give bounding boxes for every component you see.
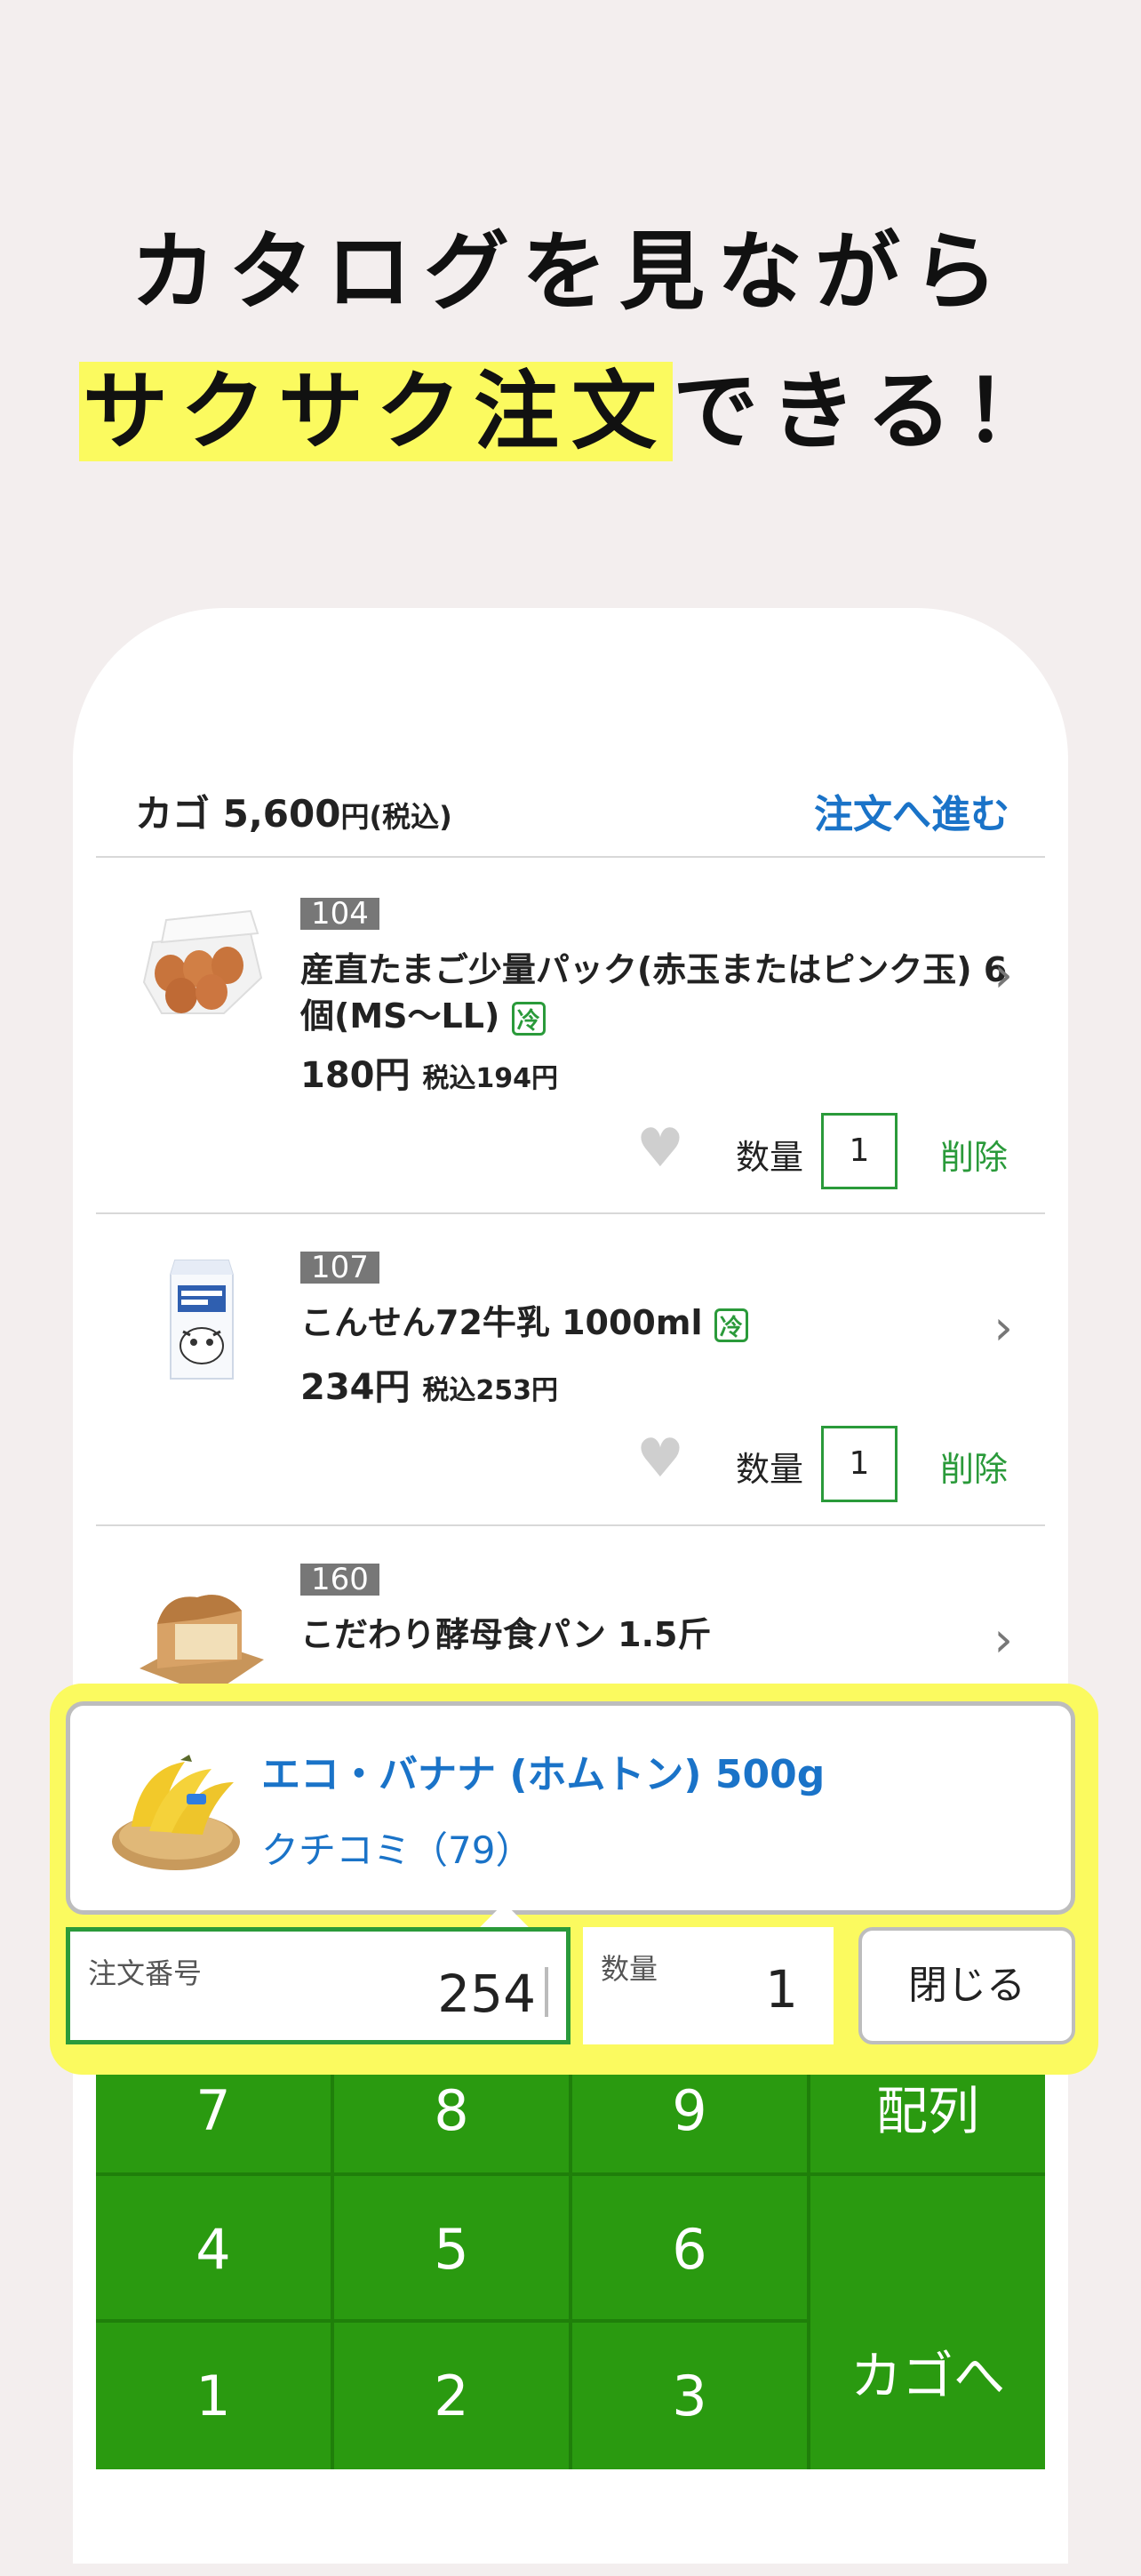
item-name[interactable]: 産直たまご少量パック(赤玉またはピンク玉) 6個(MS〜LL) 冷	[300, 947, 1038, 1039]
item-tax-price: 税込253円	[422, 1375, 559, 1406]
item-code: 160	[300, 1564, 379, 1596]
item-price-value: 180円	[300, 1055, 411, 1096]
eggs-product-image	[142, 909, 263, 1014]
key-1[interactable]: 1	[96, 2323, 334, 2469]
reviews-link[interactable]: クチコミ（79）	[261, 1820, 532, 1875]
item-name[interactable]: こだわり酵母食パン 1.5斤	[300, 1612, 1038, 1658]
headline-line-1: カタログを見ながら	[131, 222, 1010, 322]
item-price: 180円 税込194円	[300, 1046, 558, 1098]
quantity-label: 数量	[736, 1450, 804, 1489]
cart-total-unit: 円(税込)	[340, 800, 452, 834]
cart-total: カゴ 5,600円(税込)	[135, 784, 452, 838]
refrigerated-badge-icon: 冷	[511, 1001, 546, 1036]
cart-summary-bar: カゴ 5,600円(税込) 注文へ進む	[135, 775, 1009, 837]
delete-button[interactable]: 削除	[940, 1442, 1008, 1491]
close-button-label: 閉じる	[908, 1963, 1025, 2008]
headline-highlight: サクサク注文	[78, 362, 673, 461]
array-button[interactable]: 配列	[810, 2067, 1045, 2176]
delete-button[interactable]: 削除	[940, 1130, 1008, 1179]
quantity-input[interactable]: 1	[821, 1113, 898, 1189]
banana-product-image	[112, 1755, 240, 1870]
popup-quantity-label: 数量	[601, 1952, 658, 1986]
item-code: 104	[300, 898, 379, 930]
item-tax-price: 税込194円	[422, 1063, 559, 1094]
milk-product-image	[170, 1260, 234, 1380]
proceed-to-order-link[interactable]: 注文へ進む	[814, 782, 1009, 839]
key-9[interactable]: 9	[572, 2067, 810, 2176]
item-price-value: 234円	[300, 1367, 411, 1408]
key-6[interactable]: 6	[572, 2176, 810, 2323]
item-name-text: こんせん72牛乳 1000ml	[300, 1303, 703, 1342]
key-3[interactable]: 3	[572, 2323, 810, 2469]
order-number-field[interactable]: 注文番号 254	[66, 1927, 570, 2044]
item-name-text: 産直たまご少量パック(赤玉またはピンク玉) 6個(MS〜LL)	[300, 950, 1008, 1036]
headline-rest: できる！	[672, 362, 1063, 461]
chevron-right-icon[interactable]: ›	[993, 1300, 1013, 1356]
key-8[interactable]: 8	[334, 2067, 572, 2176]
cart-total-amount: カゴ 5,600	[135, 792, 341, 836]
order-number-label: 注文番号	[88, 1956, 203, 1990]
number-keypad: 7 8 9 配列 4 5 6 1 2 3 カゴへ	[96, 2067, 1045, 2469]
cart-item: 104 産直たまご少量パック(赤玉またはピンク玉) 6個(MS〜LL) 冷 18…	[96, 858, 1045, 1213]
quantity-label: 数量	[736, 1138, 804, 1177]
cart-item: 160 こだわり酵母食パン 1.5斤 ›	[96, 1526, 1045, 1704]
key-2[interactable]: 2	[334, 2323, 572, 2469]
item-code: 107	[300, 1252, 379, 1284]
item-name[interactable]: こんせん72牛乳 1000ml 冷	[300, 1300, 1038, 1346]
cart-item: 107 こんせん72牛乳 1000ml 冷 234円 税込253円 › ♥ 数量…	[96, 1214, 1045, 1525]
chevron-right-icon[interactable]: ›	[993, 1612, 1013, 1668]
chevron-right-icon[interactable]: ›	[993, 947, 1013, 1003]
order-number-value: 254	[437, 1964, 536, 2024]
heart-icon[interactable]: ♥	[636, 1117, 684, 1180]
close-button[interactable]: 閉じる	[858, 1927, 1075, 2044]
popup-product-name[interactable]: エコ・バナナ (ホムトン) 500g	[261, 1742, 825, 1799]
to-cart-button[interactable]: カゴへ	[810, 2176, 1045, 2469]
heart-icon[interactable]: ♥	[636, 1428, 684, 1490]
headline-line-2: サクサク注文できる！	[0, 342, 1141, 466]
quantity-input[interactable]: 1	[821, 1426, 898, 1502]
text-caret	[545, 1967, 548, 2017]
key-5[interactable]: 5	[334, 2176, 572, 2323]
item-price: 234円 税込253円	[300, 1358, 558, 1410]
key-7[interactable]: 7	[96, 2067, 334, 2176]
popup-quantity-field[interactable]: 数量 1	[583, 1927, 834, 2044]
popup-quantity-value: 1	[765, 1959, 798, 2020]
refrigerated-badge-icon: 冷	[714, 1308, 748, 1342]
key-4[interactable]: 4	[96, 2176, 334, 2323]
